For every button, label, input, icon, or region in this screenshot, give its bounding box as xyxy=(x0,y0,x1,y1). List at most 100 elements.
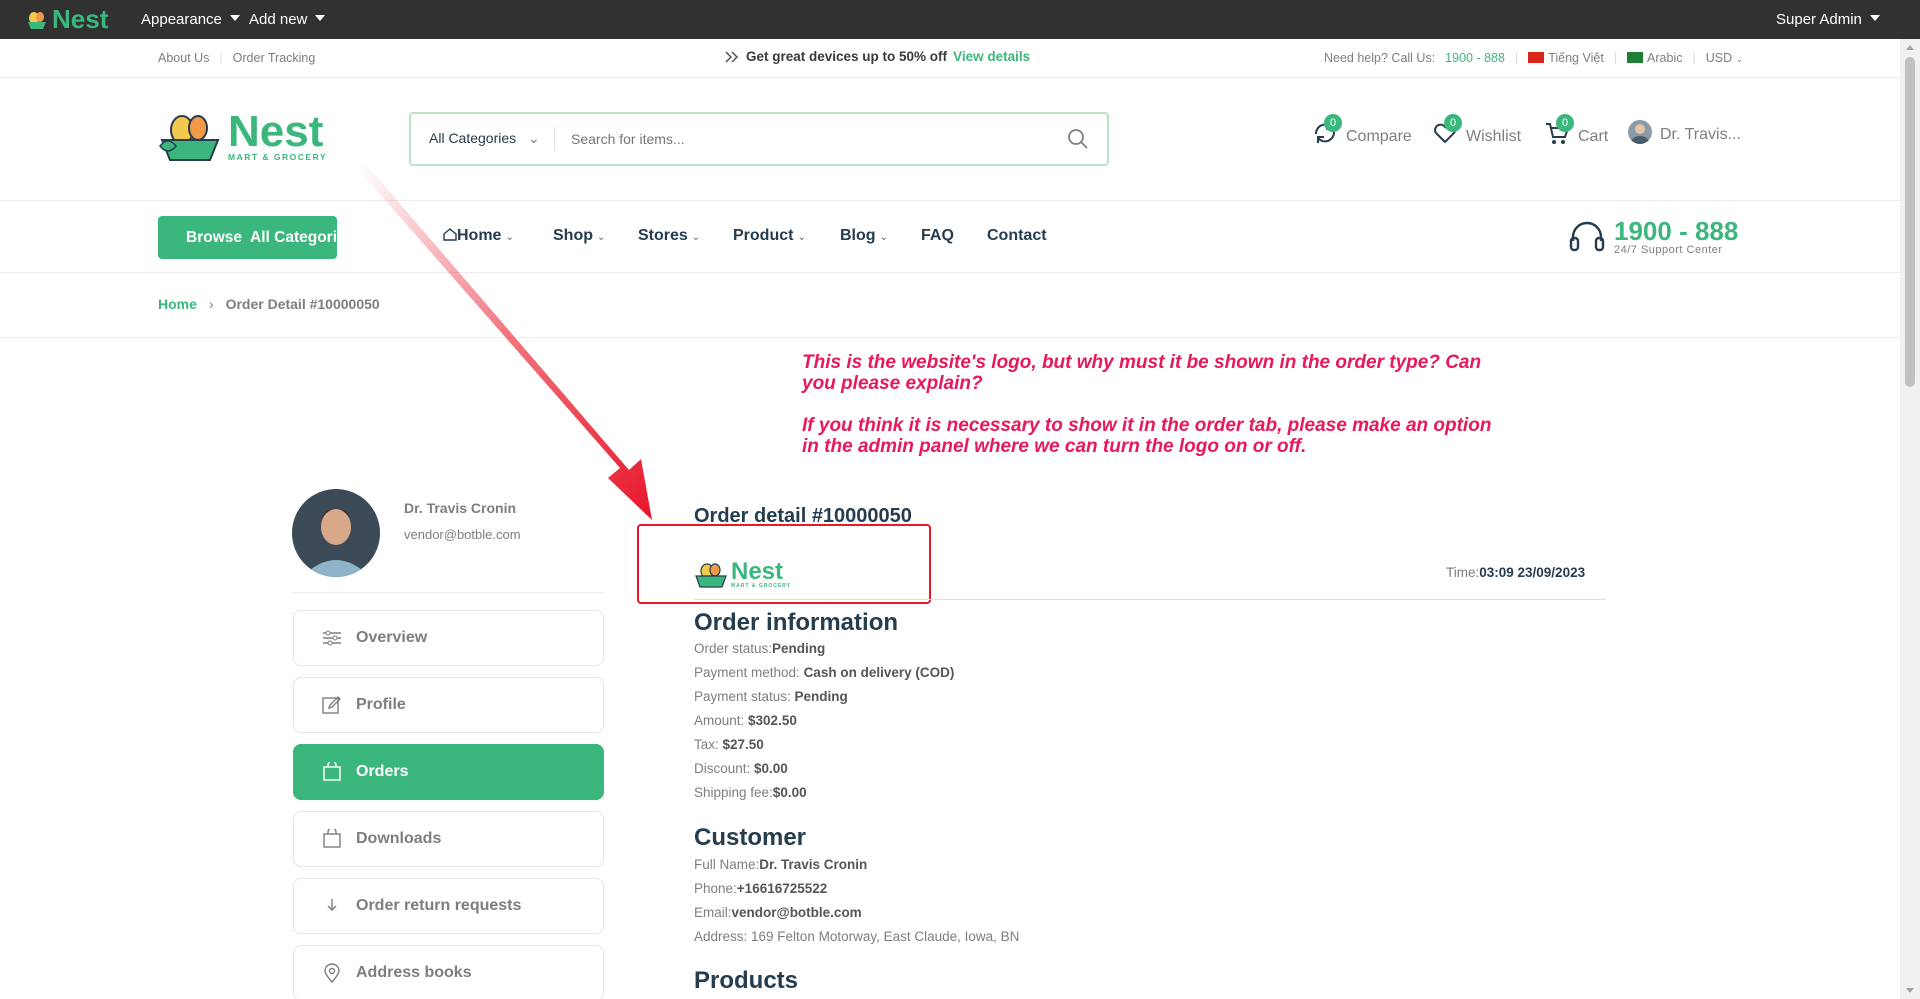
home-icon xyxy=(443,228,457,241)
nav-blog[interactable]: Blog ⌄ xyxy=(840,227,888,245)
products-heading: Products xyxy=(694,967,799,994)
lang-vi-label: Tiếng Việt xyxy=(1548,51,1604,65)
chevron-down-icon: ⌄ xyxy=(528,130,540,146)
compare-button[interactable]: 0 Compare xyxy=(1312,114,1412,146)
payment-method: Payment method: Cash on delivery (COD) xyxy=(694,665,954,680)
sidebar-item-return-requests[interactable]: Order return requests xyxy=(293,878,604,934)
compare-count-badge: 0 xyxy=(1324,114,1342,132)
search-bar: All Categories ⌄ xyxy=(409,112,1109,166)
add-new-menu[interactable]: Add new xyxy=(249,11,326,28)
breadcrumb-home[interactable]: Home xyxy=(158,296,197,312)
search-input[interactable] xyxy=(571,124,1051,154)
lang-vietnamese[interactable]: Tiếng Việt xyxy=(1528,51,1604,65)
discount: Discount: $0.00 xyxy=(694,761,788,776)
sidebar-item-label: Orders xyxy=(356,763,409,780)
help-label: Need help? Call Us: xyxy=(1324,51,1436,65)
user-icon xyxy=(1630,124,1650,144)
nav-shop-label: Shop xyxy=(553,227,593,244)
order-status: Order status:Pending xyxy=(694,641,825,656)
annotation-question: This is the website's logo, but why must… xyxy=(802,352,1482,394)
edit-icon xyxy=(322,696,341,714)
page-scrollbar[interactable] xyxy=(1900,39,1920,999)
nav-shop[interactable]: Shop ⌄ xyxy=(553,227,605,245)
super-admin-menu[interactable]: Super Admin xyxy=(1776,11,1880,28)
basket-logo-icon xyxy=(159,115,220,161)
account-button[interactable]: Dr. Travis... xyxy=(1628,120,1741,144)
category-select[interactable]: All Categories ⌄ xyxy=(429,130,540,147)
appearance-menu[interactable]: Appearance xyxy=(141,11,240,28)
brand-tagline: MART & GROCERY xyxy=(228,152,328,162)
basket-logo-icon xyxy=(28,11,46,29)
nav-faq[interactable]: FAQ xyxy=(921,227,954,245)
scroll-up-icon[interactable] xyxy=(1906,45,1914,50)
nav-stores[interactable]: Stores ⌄ xyxy=(638,227,700,245)
annotation-note: This is the website's logo, but why must… xyxy=(802,352,1502,478)
help-phone[interactable]: 1900 - 888 xyxy=(1445,51,1505,65)
sidebar-item-orders[interactable]: Orders xyxy=(293,744,604,800)
map-pin-icon xyxy=(324,963,340,983)
sidebar-item-profile[interactable]: Profile xyxy=(293,677,604,733)
cart-button[interactable]: 0 Cart xyxy=(1544,114,1608,146)
order-tracking-link[interactable]: Order Tracking xyxy=(233,51,316,65)
cart-count-badge: 0 xyxy=(1556,114,1574,132)
admin-logo[interactable]: Nest xyxy=(26,4,108,35)
vietnam-flag-icon xyxy=(1528,52,1545,63)
customer-phone: Phone:+16616725522 xyxy=(694,881,827,896)
about-us-link[interactable]: About Us xyxy=(158,51,209,65)
annotation-request: If you think it is necessary to show it … xyxy=(802,415,1492,457)
breadcrumb-current: Order Detail #10000050 xyxy=(225,296,380,312)
category-select-label: All Categories xyxy=(429,130,517,146)
sidebar-item-label: Order return requests xyxy=(356,897,522,914)
info-label: Phone: xyxy=(694,881,737,896)
promo-bar: Get great devices up to 50% off View det… xyxy=(724,49,1030,64)
info-value: $0.00 xyxy=(754,761,788,776)
lang-arabic[interactable]: Arabic xyxy=(1627,51,1682,65)
shopping-bag-icon xyxy=(323,762,341,781)
wishlist-button[interactable]: 0 Wishlist xyxy=(1432,114,1521,146)
support-center[interactable]: 1900 - 888 24/7 Support Center xyxy=(1568,218,1738,256)
chevron-down-icon: ⌄ xyxy=(691,232,701,243)
nav-home-label: Home xyxy=(457,227,502,244)
divider xyxy=(0,337,1900,338)
breadcrumb: Home › Order Detail #10000050 xyxy=(158,296,380,312)
chevron-down-icon: ⌄ xyxy=(1735,54,1744,64)
user-photo xyxy=(292,489,380,577)
order-information-heading: Order information xyxy=(694,609,899,636)
info-label: Full Name: xyxy=(694,857,760,872)
chevron-right-icon: › xyxy=(208,296,214,312)
admin-bar: Nest Appearance Add new Super Admin xyxy=(0,0,1920,39)
info-label: Tax: xyxy=(694,737,723,752)
promo-text: Get great devices up to 50% off xyxy=(746,49,948,64)
divider: | xyxy=(1613,51,1618,65)
scroll-down-icon[interactable] xyxy=(1906,988,1914,993)
info-label: Discount: xyxy=(694,761,755,776)
scrollbar-thumb[interactable] xyxy=(1905,57,1915,387)
info-label: Payment status: xyxy=(694,689,795,704)
sidebar-item-address-books[interactable]: Address books xyxy=(293,945,604,999)
vendor-name: Dr. Travis Cronin xyxy=(404,500,517,516)
nav-home[interactable]: Home ⌄ xyxy=(443,227,514,245)
info-value: +16616725522 xyxy=(736,881,828,896)
site-header: Nest MART & GROCERY All Categories ⌄ 0 C… xyxy=(0,78,1900,201)
basket-logo-icon xyxy=(695,563,727,588)
search-icon[interactable] xyxy=(1067,128,1089,150)
info-label: Payment method: xyxy=(694,665,804,680)
main-nav: Browse All Categories ⌄ Home ⌄ Shop ⌄ Stor… xyxy=(0,201,1900,273)
arrow-down-icon xyxy=(327,899,337,911)
nav-contact[interactable]: Contact xyxy=(987,227,1047,245)
headset-icon xyxy=(1569,221,1605,252)
double-chevron-right-icon xyxy=(725,50,739,63)
browse-categories-button[interactable]: Browse All Categories ⌄ xyxy=(158,216,375,259)
site-logo[interactable]: Nest MART & GROCERY xyxy=(158,110,327,164)
info-label: Address: 169 Felton Motorway, East Claud… xyxy=(694,929,1020,944)
customer-full-name: Full Name:Dr. Travis Cronin xyxy=(694,857,867,872)
add-new-label: Add new xyxy=(249,11,308,28)
sidebar-item-downloads[interactable]: Downloads xyxy=(293,811,604,867)
shopping-bag-icon xyxy=(323,829,341,848)
currency-selector[interactable]: USD ⌄ xyxy=(1706,51,1743,65)
shipping-fee: Shipping fee:$0.00 xyxy=(694,785,807,800)
view-details-link[interactable]: View details xyxy=(953,49,1030,64)
nav-product[interactable]: Product ⌄ xyxy=(733,227,806,245)
sidebar-item-overview[interactable]: Overview xyxy=(293,610,604,666)
compare-label: Compare xyxy=(1346,128,1412,145)
